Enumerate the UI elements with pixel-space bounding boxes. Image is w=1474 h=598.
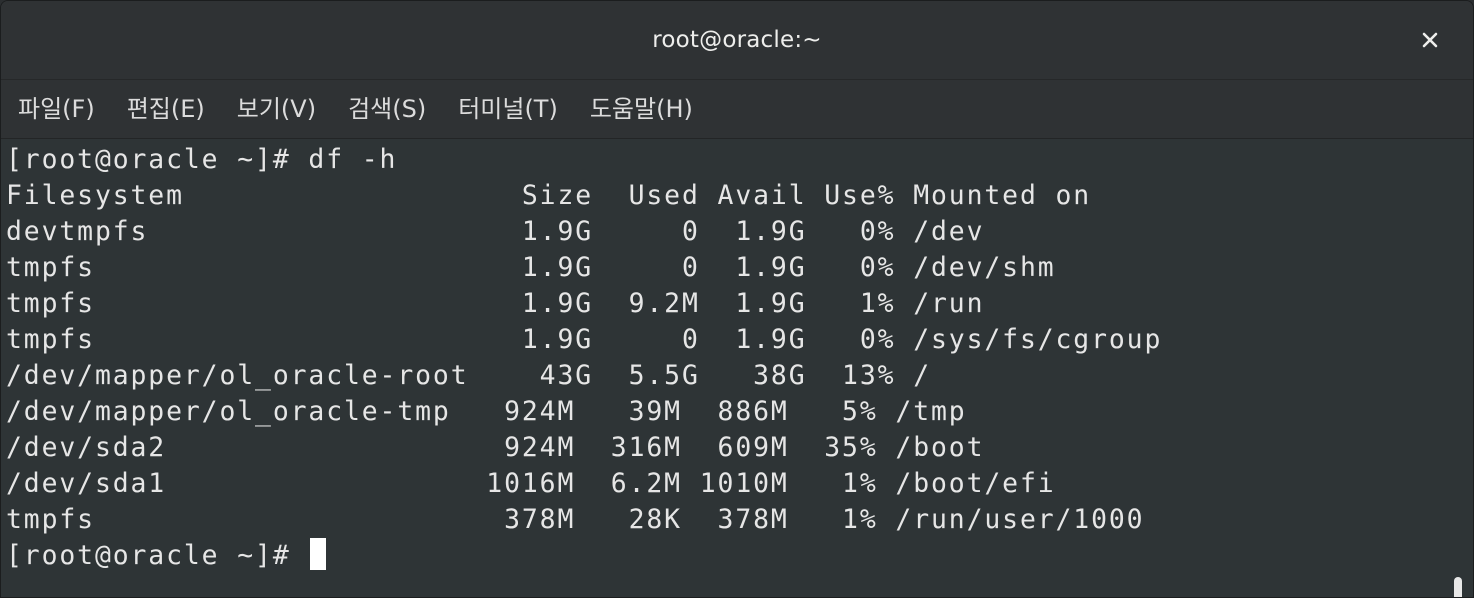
terminal-line: tmpfs 1.9G 0 1.9G 0% /sys/fs/cgroup [6, 324, 1163, 355]
scrollbar[interactable] [1446, 139, 1472, 597]
close-icon [1422, 32, 1438, 48]
terminal-line: devtmpfs 1.9G 0 1.9G 0% /dev [6, 216, 985, 247]
window-title: root@oracle:~ [652, 27, 822, 53]
title-bar[interactable]: root@oracle:~ [1, 1, 1473, 80]
terminal-line: /dev/mapper/ol_oracle-root 43G 5.5G 38G … [6, 360, 932, 391]
scrollbar-thumb[interactable] [1454, 577, 1462, 597]
text-cursor [310, 538, 327, 570]
terminal-line-header: Filesystem Size Used Avail Use% Mounted … [6, 180, 1092, 211]
terminal-line: /dev/sda2 924M 316M 609M 35% /boot [6, 432, 985, 463]
terminal-window: root@oracle:~ 파일(F) 편집(E) 보기(V) 검색(S) 터미… [0, 0, 1474, 598]
menu-view[interactable]: 보기(V) [220, 80, 331, 138]
terminal-line: /dev/sda1 1016M 6.2M 1010M 1% /boot/efi [6, 468, 1056, 499]
close-button[interactable] [1415, 25, 1445, 55]
terminal-line-command: [root@oracle ~]# df -h [6, 144, 398, 175]
terminal-output[interactable]: [root@oracle ~]# df -h Filesystem Size U… [1, 139, 1447, 597]
terminal-line: tmpfs 1.9G 9.2M 1.9G 1% /run [6, 288, 985, 319]
menu-search[interactable]: 검색(S) [331, 80, 441, 138]
menu-file[interactable]: 파일(F) [1, 80, 110, 138]
menu-help[interactable]: 도움말(H) [573, 80, 708, 138]
terminal-line: tmpfs 378M 28K 378M 1% /run/user/1000 [6, 504, 1145, 535]
terminal-prompt: [root@oracle ~]# [6, 540, 309, 571]
menu-terminal[interactable]: 터미널(T) [441, 80, 573, 138]
terminal-line: /dev/mapper/ol_oracle-tmp 924M 39M 886M … [6, 396, 967, 427]
terminal-prompt-line[interactable]: [root@oracle ~]# [6, 538, 1447, 574]
menu-edit[interactable]: 편집(E) [110, 80, 220, 138]
terminal-line: tmpfs 1.9G 0 1.9G 0% /dev/shm [6, 252, 1056, 283]
menu-bar: 파일(F) 편집(E) 보기(V) 검색(S) 터미널(T) 도움말(H) [1, 80, 1473, 139]
